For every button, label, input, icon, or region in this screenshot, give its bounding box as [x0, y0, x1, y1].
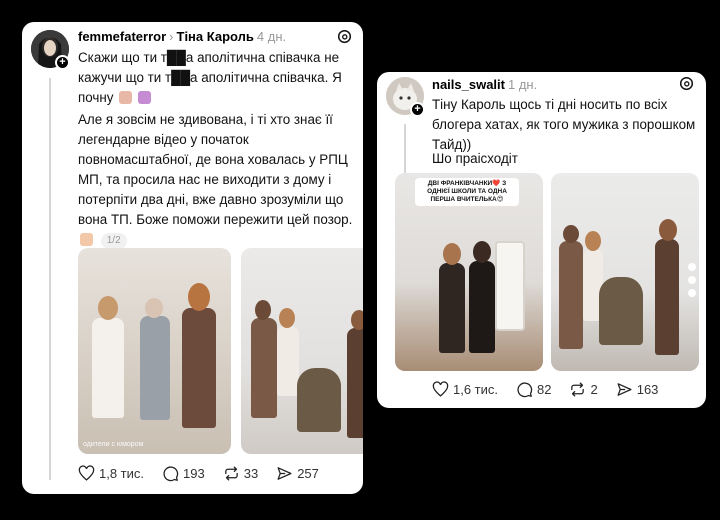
- nail-polish-emoji-icon: [119, 91, 133, 104]
- chevron-right-icon: ›: [169, 29, 174, 44]
- like-button[interactable]: 1,6 тис.: [432, 381, 498, 398]
- person-head: [279, 308, 295, 328]
- media-image-1[interactable]: одители с юмором: [78, 248, 231, 454]
- post-text-part-1: Скажи що ти т██а аполітична співачка не …: [78, 48, 358, 108]
- woman-emoji-icon: [137, 91, 151, 104]
- stroller: [599, 277, 643, 345]
- person-head: [188, 283, 210, 311]
- share-button[interactable]: 257: [276, 465, 319, 482]
- share-icon: [617, 383, 632, 396]
- repost-button[interactable]: 2: [569, 381, 598, 398]
- post-card-left: + femmefaterror › Тіна Кароль 4 дн. Скажи щ…: [22, 22, 363, 494]
- comment-icon: [163, 466, 179, 482]
- media-image-1[interactable]: ДВІ ФРАНКІВЧАНКИ❤️ З ОДНІЄЇ ШКОЛИ ТА ОДН…: [395, 173, 543, 371]
- tiktok-side-icons: [688, 263, 696, 302]
- post-text-part-2: Але я зовсім не здивована, і ті хто знає…: [78, 110, 360, 250]
- mirror: [495, 241, 525, 331]
- facepalm-emoji-icon: [80, 233, 93, 246]
- threads-logo-icon[interactable]: [337, 29, 352, 44]
- post-header: femmefaterror › Тіна Кароль 4 дн.: [78, 29, 286, 45]
- share-icon: [277, 467, 292, 480]
- share-count: 257: [297, 466, 319, 481]
- person-head: [563, 225, 579, 243]
- person-head: [255, 300, 271, 320]
- person-figure: [251, 318, 277, 418]
- person-figure: [140, 316, 170, 420]
- like-count: 1,6 тис.: [453, 382, 499, 397]
- person-figure: [92, 318, 124, 418]
- person-head: [585, 231, 601, 251]
- media-image-2[interactable]: [241, 248, 363, 454]
- comment-count: 193: [183, 466, 205, 481]
- comment-icon: [517, 382, 533, 398]
- comment-button[interactable]: 193: [162, 465, 205, 482]
- person-figure: [439, 263, 465, 353]
- repost-icon: [571, 382, 585, 397]
- timestamp: 4 дн.: [256, 29, 287, 44]
- person-head: [145, 298, 163, 318]
- heart-icon: [432, 381, 449, 397]
- media-image-2[interactable]: [551, 173, 699, 371]
- share-count: 163: [636, 382, 659, 397]
- repost-icon: [224, 466, 238, 481]
- person-figure: [655, 239, 679, 355]
- threads-logo-icon[interactable]: [679, 76, 694, 91]
- post-card-right: + nails_swalit 1 дн. Тіну Кароль щось ті …: [377, 72, 706, 408]
- comment-count: 82: [537, 382, 552, 397]
- post-text: Шо праісходіт: [432, 151, 518, 166]
- action-bar: 1,6 тис. 82 2 163: [432, 381, 676, 398]
- post-text: Скажи що ти т██а аполітична співачка не …: [78, 50, 342, 105]
- timestamp: 1 дн.: [507, 77, 538, 92]
- person-head: [443, 243, 461, 265]
- page-indicator: 1/2: [100, 233, 127, 249]
- person-head: [98, 296, 118, 320]
- post-text: Тіну Кароль щось ті дні носить по всіх б…: [432, 97, 696, 152]
- post-header: nails_swalit 1 дн.: [432, 77, 537, 93]
- person-figure: [347, 328, 363, 438]
- username[interactable]: nails_swalit: [432, 77, 505, 92]
- person-figure: [559, 241, 583, 349]
- username[interactable]: femmefaterror: [78, 29, 166, 44]
- person-head: [473, 241, 491, 263]
- person-figure: [182, 308, 216, 428]
- heart-icon: [78, 465, 95, 481]
- person-figure: [469, 261, 495, 353]
- media-caption: одители с юмором: [83, 441, 144, 448]
- comment-button[interactable]: 82: [516, 381, 551, 398]
- share-button[interactable]: 163: [616, 381, 659, 398]
- repost-count: 33: [243, 466, 259, 481]
- follow-plus-icon[interactable]: +: [55, 55, 70, 70]
- post-text: Але я зовсім не здивована, і ті хто знає…: [78, 112, 353, 227]
- video-overlay-text: ДВІ ФРАНКІВЧАНКИ❤️ З ОДНІЄЇ ШКОЛИ ТА ОДН…: [415, 178, 519, 206]
- stroller: [297, 368, 341, 432]
- thread-line: [49, 78, 51, 480]
- repost-button[interactable]: 33: [223, 465, 258, 482]
- person-head: [659, 219, 677, 241]
- person-head: [351, 310, 363, 330]
- action-bar: 1,8 тис. 193 33 257: [78, 465, 337, 482]
- follow-plus-icon[interactable]: +: [410, 102, 425, 117]
- like-button[interactable]: 1,8 тис.: [78, 465, 144, 482]
- reply-to-username[interactable]: Тіна Кароль: [177, 29, 254, 44]
- repost-count: 2: [590, 382, 598, 397]
- person-figure: [277, 326, 299, 396]
- like-count: 1,8 тис.: [99, 466, 145, 481]
